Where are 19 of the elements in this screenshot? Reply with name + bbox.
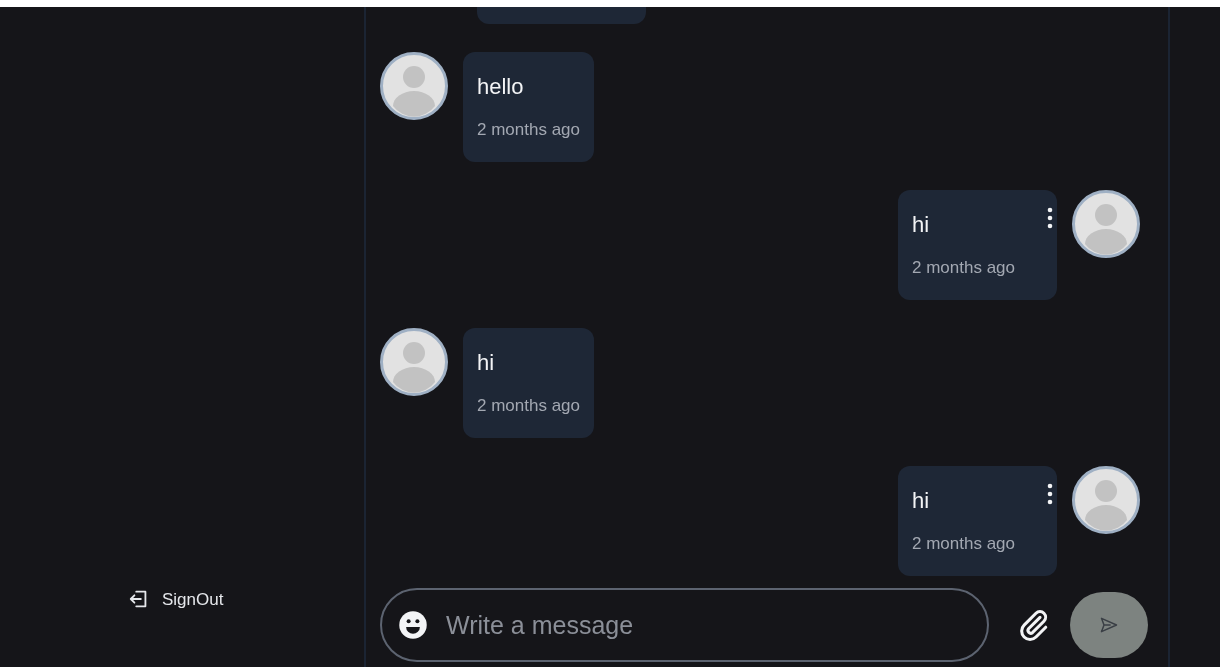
avatar-icon bbox=[380, 52, 448, 120]
message-text: hello bbox=[477, 73, 524, 101]
message-time: 2 months ago bbox=[477, 395, 580, 417]
avatar-icon bbox=[380, 328, 448, 396]
send-icon bbox=[1099, 615, 1120, 635]
avatar-icon bbox=[1072, 466, 1140, 534]
sign-out-button[interactable]: SignOut bbox=[128, 586, 224, 612]
message-input[interactable]: Write a message bbox=[380, 588, 989, 662]
message-time: 2 months ago bbox=[477, 119, 580, 141]
message-time: 2 months ago bbox=[912, 257, 1015, 279]
more-options-icon[interactable] bbox=[1047, 206, 1053, 230]
more-options-icon[interactable] bbox=[1047, 482, 1053, 506]
avatar-icon bbox=[1072, 190, 1140, 258]
message-time: 2 months ago bbox=[912, 533, 1015, 555]
emoji-icon[interactable] bbox=[398, 610, 428, 640]
message-text: hi bbox=[477, 349, 495, 377]
message-text: hi bbox=[912, 487, 930, 515]
sign-out-label: SignOut bbox=[162, 588, 224, 611]
message-text: hi bbox=[912, 211, 930, 239]
